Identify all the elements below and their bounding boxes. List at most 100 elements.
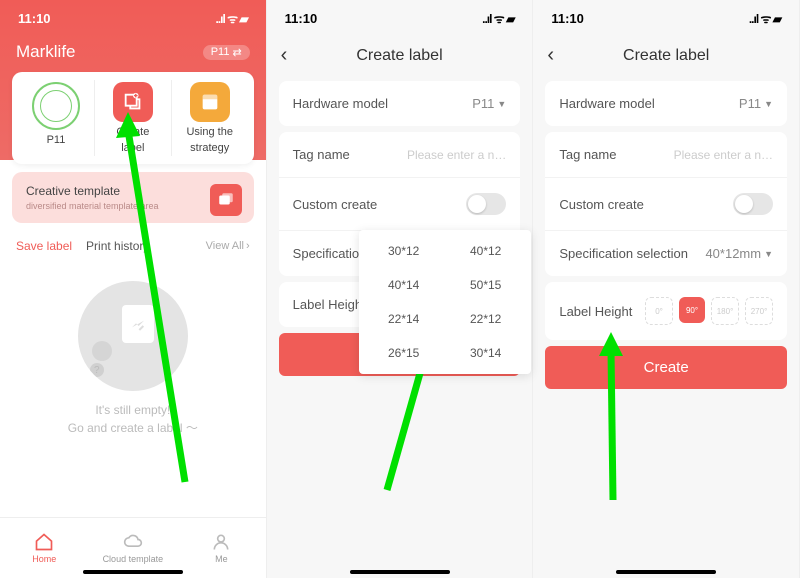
banner-title: Creative template bbox=[26, 184, 240, 198]
tag-name-row[interactable]: Tag name Please enter a n… bbox=[545, 132, 787, 177]
status-signals: ..ıl ᯤ ▰ bbox=[215, 10, 247, 27]
tagname-input[interactable]: Please enter a n… bbox=[674, 148, 773, 162]
page-header: ‹ Create label bbox=[267, 36, 533, 75]
empty-state-illustration: ? bbox=[78, 281, 188, 391]
empty-line1: It's still empty! bbox=[0, 401, 266, 419]
view-all-link[interactable]: View All › bbox=[206, 240, 250, 252]
page-title: Create label bbox=[567, 47, 765, 65]
rotation-90[interactable]: 90° bbox=[679, 297, 705, 323]
spec-value: 40*12mm bbox=[705, 246, 761, 261]
custom-label: Custom create bbox=[293, 197, 378, 212]
spec-option[interactable]: 30*14 bbox=[445, 336, 527, 370]
label-height-row: Label Height 0° 90° 180° 270° bbox=[545, 282, 787, 340]
device-pill-label: P11 bbox=[211, 46, 230, 58]
hardware-label: Hardware model bbox=[559, 96, 654, 111]
home-indicator bbox=[616, 570, 716, 574]
create-button[interactable]: Create bbox=[545, 346, 787, 389]
empty-state-text: It's still empty! Go and create a label … bbox=[0, 401, 266, 437]
spec-select-row[interactable]: Specification selection 40*12mm▼ bbox=[545, 230, 787, 276]
create-label-line2: label bbox=[121, 142, 144, 154]
home-screen: 11:10 ..ıl ᯤ ▰ Marklife P11 ⇄ P11 Create… bbox=[0, 0, 267, 578]
spec-option[interactable]: 22*14 bbox=[363, 302, 445, 336]
spec-option[interactable]: 22*12 bbox=[445, 302, 527, 336]
banner-icon bbox=[210, 184, 242, 216]
nav-cloud-label: Cloud template bbox=[103, 554, 164, 564]
device-pill[interactable]: P11 ⇄ bbox=[203, 45, 250, 60]
strategy-icon bbox=[190, 82, 230, 122]
custom-create-row: Custom create bbox=[545, 177, 787, 230]
status-bar: 11:10 ..ıl ᯤ ▰ bbox=[267, 0, 533, 36]
nav-cloud[interactable]: Cloud template bbox=[89, 518, 178, 578]
spec-label: Specification selection bbox=[559, 246, 688, 261]
spec-option[interactable]: 30*12 bbox=[363, 234, 445, 268]
spec-option[interactable]: 26*15 bbox=[363, 336, 445, 370]
create-label-button[interactable]: Create label bbox=[95, 80, 172, 156]
custom-toggle[interactable] bbox=[733, 193, 773, 215]
spec-option[interactable]: 40*14 bbox=[363, 268, 445, 302]
chevron-right-icon: › bbox=[246, 240, 250, 252]
banner-desc: diversified material template area bbox=[26, 201, 240, 211]
nav-home[interactable]: Home bbox=[0, 518, 89, 578]
custom-toggle[interactable] bbox=[466, 193, 506, 215]
home-indicator bbox=[350, 570, 450, 574]
custom-label: Custom create bbox=[559, 197, 644, 212]
hardware-value: P11 bbox=[472, 96, 494, 111]
status-bar: 11:10 ..ıl ᯤ ▰ bbox=[0, 0, 266, 36]
hardware-model-row[interactable]: Hardware model P11▼ bbox=[545, 81, 787, 126]
printer-status[interactable]: P11 bbox=[18, 80, 95, 156]
height-label: Label Height bbox=[293, 297, 366, 312]
action-card: P11 Create label Using the strategy bbox=[12, 72, 254, 164]
creative-template-banner[interactable]: Creative template diversified material t… bbox=[12, 172, 254, 223]
rotation-270[interactable]: 270° bbox=[745, 297, 773, 325]
doc-icon bbox=[122, 305, 154, 343]
status-time: 11:10 bbox=[285, 11, 318, 26]
height-label: Label Height bbox=[559, 304, 632, 319]
create-label-line1: Create bbox=[116, 126, 149, 138]
hardware-model-row[interactable]: Hardware model P11▼ bbox=[279, 81, 521, 126]
rotation-180[interactable]: 180° bbox=[711, 297, 739, 325]
hardware-value: P11 bbox=[739, 96, 761, 111]
tagname-input[interactable]: Please enter a n… bbox=[407, 148, 506, 162]
page-header: ‹ Create label bbox=[533, 36, 799, 75]
nav-home-label: Home bbox=[32, 554, 56, 564]
status-signals: ..ıl ᯤ ▰ bbox=[482, 10, 514, 27]
strategy-button[interactable]: Using the strategy bbox=[172, 80, 248, 156]
tagname-label: Tag name bbox=[559, 147, 616, 162]
status-time: 11:10 bbox=[551, 11, 584, 26]
status-signals: ..ıl ᯤ ▰ bbox=[749, 10, 781, 27]
view-all-text: View All bbox=[206, 240, 244, 252]
nav-me[interactable]: Me bbox=[177, 518, 266, 578]
printer-label: P11 bbox=[47, 134, 66, 146]
status-bar: 11:10 ..ıl ᯤ ▰ bbox=[533, 0, 799, 36]
caret-down-icon: ▼ bbox=[497, 99, 506, 109]
rotation-0[interactable]: 0° bbox=[645, 297, 673, 325]
tab-save-label[interactable]: Save label bbox=[16, 239, 72, 253]
strategy-line1: Using the bbox=[186, 126, 232, 138]
bottom-nav: Home Cloud template Me bbox=[0, 517, 266, 578]
home-indicator bbox=[83, 570, 183, 574]
create-label-screen: 11:10 ..ıl ᯤ ▰ ‹ Create label Hardware m… bbox=[533, 0, 800, 578]
custom-create-row: Custom create bbox=[279, 177, 521, 230]
spec-option[interactable]: 40*12 bbox=[445, 234, 527, 268]
spec-option[interactable]: 50*15 bbox=[445, 268, 527, 302]
create-label-icon bbox=[113, 82, 153, 122]
app-title: Marklife bbox=[16, 42, 76, 62]
swap-icon: ⇄ bbox=[232, 46, 241, 59]
back-button[interactable]: ‹ bbox=[547, 44, 567, 67]
caret-down-icon: ▼ bbox=[764, 249, 773, 259]
create-label-screen-dropdown: 11:10 ..ıl ᯤ ▰ ‹ Create label Hardware m… bbox=[267, 0, 534, 578]
tag-name-row[interactable]: Tag name Please enter a n… bbox=[279, 132, 521, 177]
nav-me-label: Me bbox=[215, 554, 228, 564]
caret-down-icon: ▼ bbox=[764, 99, 773, 109]
back-button[interactable]: ‹ bbox=[281, 44, 301, 67]
spec-dropdown: 30*12 40*12 40*14 50*15 22*14 22*12 26*1… bbox=[359, 230, 531, 374]
rotation-options: 0° 90° 180° 270° bbox=[645, 297, 773, 325]
page-title: Create label bbox=[301, 47, 499, 65]
save-tabs: Save label Print history View All › bbox=[0, 231, 266, 261]
status-time: 11:10 bbox=[18, 11, 51, 26]
printer-icon bbox=[32, 82, 80, 130]
strategy-line2: strategy bbox=[190, 142, 229, 154]
hardware-label: Hardware model bbox=[293, 96, 388, 111]
tab-print-history[interactable]: Print history bbox=[86, 239, 149, 253]
tagname-label: Tag name bbox=[293, 147, 350, 162]
